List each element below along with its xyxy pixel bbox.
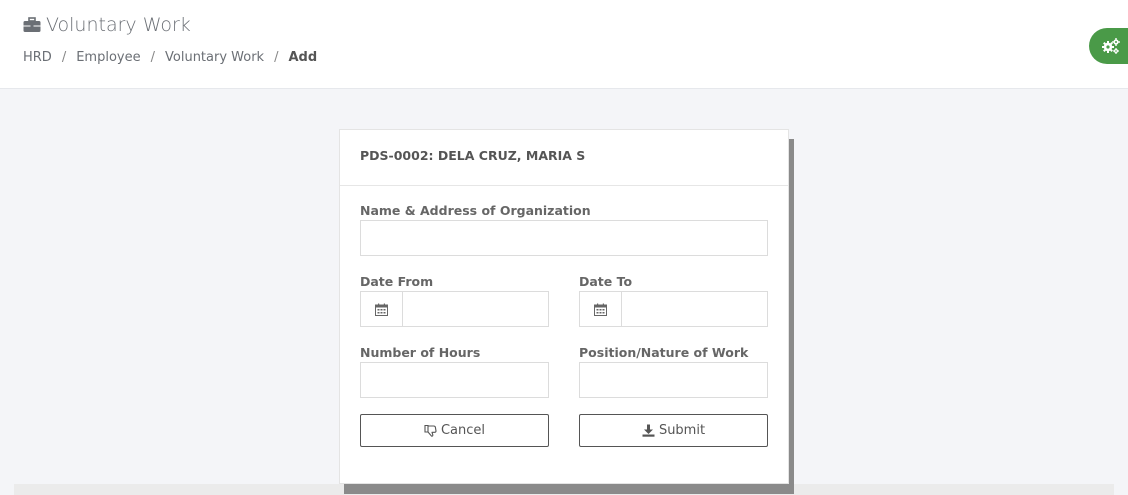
submit-button-label: Submit: [658, 423, 706, 438]
thumbs-down-icon: [424, 424, 437, 437]
breadcrumb: HRD / Employee / Voluntary Work / Add: [23, 50, 317, 65]
hours-input[interactable]: [360, 362, 549, 398]
page-title-text: Voluntary Work: [46, 14, 191, 36]
organization-input[interactable]: [360, 220, 768, 256]
employee-heading: PDS-0002: DELA CRUZ, MARIA S: [340, 130, 788, 186]
breadcrumb-separator: /: [61, 50, 67, 65]
page-title: Voluntary Work: [23, 14, 191, 36]
date-from-addon[interactable]: [360, 291, 403, 327]
date-to-input[interactable]: [621, 291, 768, 327]
position-input[interactable]: [579, 362, 768, 398]
cancel-button-label: Cancel: [440, 423, 486, 438]
date-to-addon[interactable]: [579, 291, 622, 327]
breadcrumb-separator: /: [274, 50, 279, 65]
breadcrumb-add: Add: [288, 50, 318, 65]
date-from-label: Date From: [360, 274, 434, 289]
breadcrumb-employee[interactable]: Employee: [76, 50, 140, 65]
date-from-input[interactable]: [402, 291, 549, 327]
breadcrumb-hrd[interactable]: HRD: [23, 50, 52, 65]
calendar-icon: [594, 303, 607, 316]
date-to-label: Date To: [579, 274, 633, 289]
briefcase-icon: [23, 17, 41, 32]
page-header: Voluntary Work HRD / Employee / Voluntar…: [0, 0, 1128, 89]
position-label: Position/Nature of Work: [579, 345, 749, 360]
download-icon: [642, 424, 655, 437]
submit-button[interactable]: Submit: [579, 414, 768, 447]
breadcrumb-voluntary-work[interactable]: Voluntary Work: [165, 50, 264, 65]
voluntary-work-form: PDS-0002: DELA CRUZ, MARIA S Name & Addr…: [339, 129, 789, 484]
cancel-button[interactable]: Cancel: [360, 414, 549, 447]
breadcrumb-separator: /: [150, 50, 155, 65]
settings-button[interactable]: [1089, 28, 1128, 64]
hours-label: Number of Hours: [360, 345, 481, 360]
calendar-icon: [375, 303, 388, 316]
organization-label: Name & Address of Organization: [360, 203, 591, 218]
gears-icon: [1102, 38, 1120, 54]
